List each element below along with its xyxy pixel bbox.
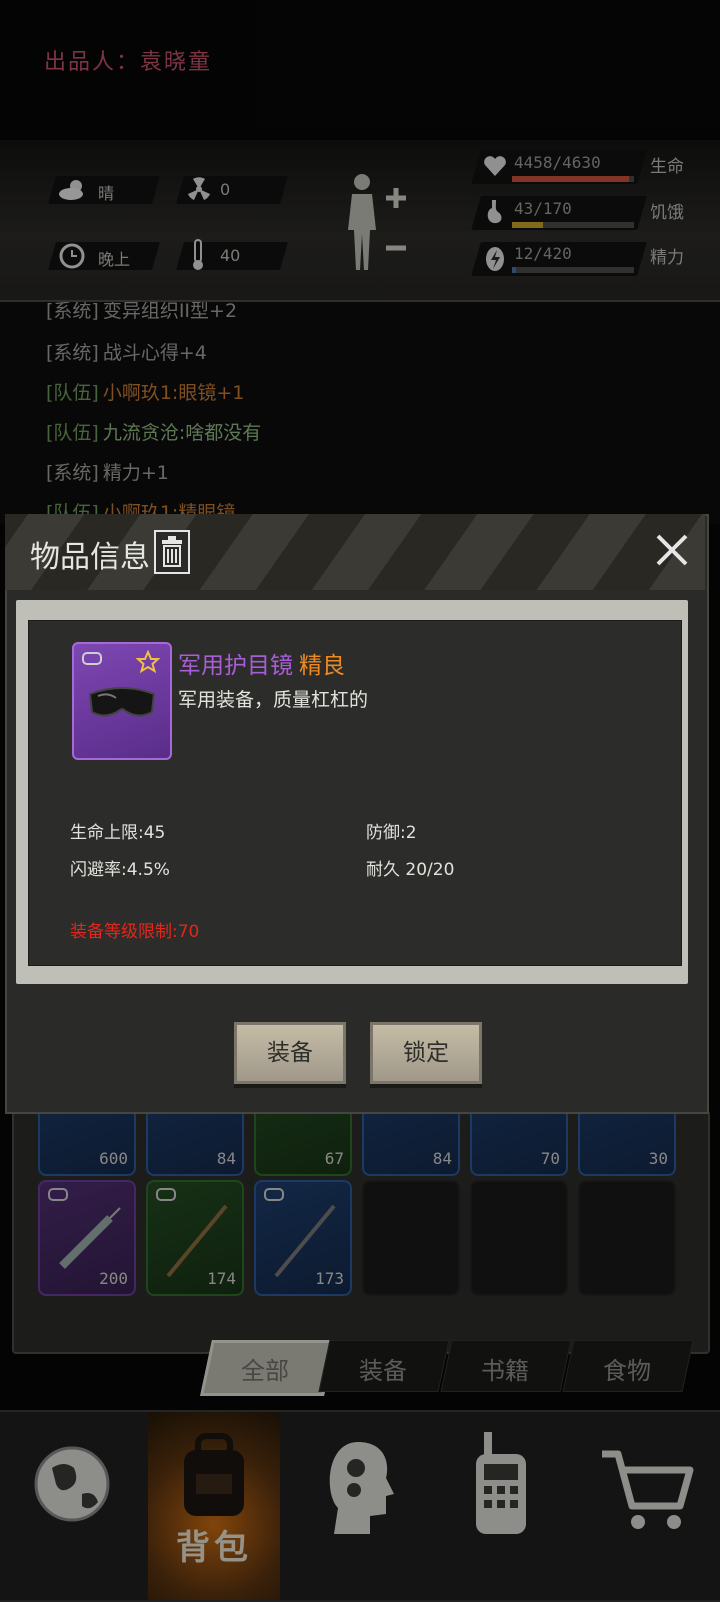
- attr-dodge: 闪避率:4.5%: [70, 860, 170, 880]
- equip-button[interactable]: 装备: [234, 1022, 346, 1084]
- attr-defense: 防御:2: [366, 823, 417, 843]
- goggles-icon: [88, 687, 156, 717]
- item-name: 军用护目镜 精良: [178, 646, 345, 680]
- item-description: 军用装备，质量杠杠的: [178, 689, 369, 711]
- attr-durability: 耐久 20/20: [366, 860, 455, 880]
- attr-hp-max: 生命上限:45: [70, 823, 166, 843]
- lock-button[interactable]: 锁定: [370, 1022, 482, 1084]
- item-icon-goggles[interactable]: [72, 642, 172, 760]
- item-quality: 精良: [299, 653, 345, 679]
- dialog-title: 物品信息: [30, 540, 150, 575]
- item-name-text: 军用护目镜: [178, 653, 293, 679]
- link-icon: [82, 652, 102, 665]
- trash-icon[interactable]: [154, 530, 190, 574]
- star-icon: [136, 650, 160, 674]
- close-icon[interactable]: [654, 530, 690, 570]
- level-requirement: 装备等级限制:70: [70, 922, 200, 942]
- lock-button-label: 锁定: [403, 1040, 449, 1066]
- equip-button-label: 装备: [267, 1040, 313, 1066]
